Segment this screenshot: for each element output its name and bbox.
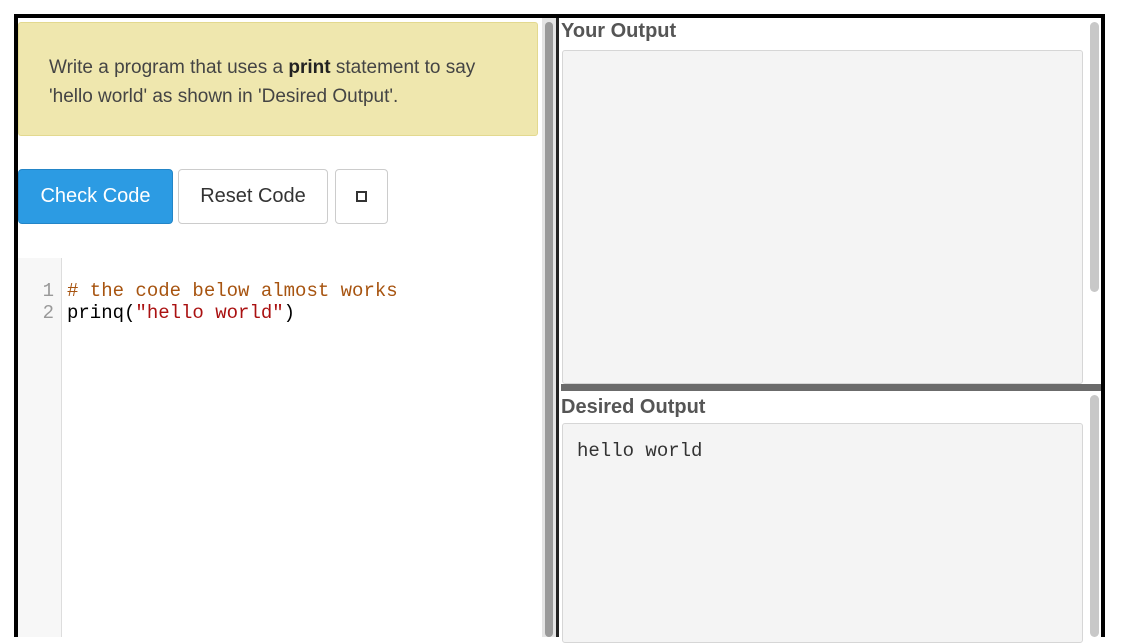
check-code-button[interactable]: Check Code: [18, 169, 173, 224]
code-line[interactable]: 1 # the code below almost works: [18, 280, 538, 302]
output-divider[interactable]: [561, 384, 1101, 391]
code-call: prinq(: [67, 302, 136, 324]
code-editor[interactable]: 1 # the code below almost works 2 prinq(…: [18, 258, 542, 637]
desired-output-scrollbar[interactable]: [1090, 395, 1099, 637]
code-call-close: ): [283, 302, 296, 324]
pane-divider[interactable]: [556, 18, 559, 637]
desired-output-box: hello world: [562, 423, 1083, 643]
exercise-container: Write a program that uses a print statem…: [18, 18, 1101, 643]
desired-output-text: hello world: [577, 440, 703, 462]
left-pane: Write a program that uses a print statem…: [18, 18, 542, 637]
desired-output-title: Desired Output: [561, 396, 706, 418]
code-line[interactable]: 2 prinq("hello world"): [18, 302, 538, 324]
code-comment: # the code below almost works: [67, 280, 398, 302]
line-number: 2: [42, 302, 54, 324]
your-output-scrollbar[interactable]: [1090, 22, 1099, 292]
code-text: prinq("hello world"): [67, 302, 295, 324]
line-number: 1: [42, 280, 54, 302]
left-pane-scrollbar[interactable]: [542, 18, 556, 637]
desired-output-panel: Desired Output hello world: [561, 391, 1101, 643]
reset-code-button[interactable]: Reset Code: [178, 169, 328, 224]
your-output-panel: Your Output: [561, 18, 1101, 384]
instructions-keyword: print: [288, 57, 331, 78]
code-string: "hello world": [135, 302, 284, 324]
your-output-box: [562, 50, 1083, 384]
instructions-text-part: Write a program that uses a: [49, 57, 289, 78]
square-icon: [356, 191, 367, 202]
left-pane-scrollbar-thumb[interactable]: [545, 22, 553, 637]
exercise-frame: Write a program that uses a print statem…: [14, 14, 1105, 643]
instructions-panel: Write a program that uses a print statem…: [18, 22, 538, 136]
instructions-text: Write a program that uses a print statem…: [49, 53, 509, 111]
your-output-title: Your Output: [561, 20, 677, 42]
fullscreen-button[interactable]: [335, 169, 388, 224]
